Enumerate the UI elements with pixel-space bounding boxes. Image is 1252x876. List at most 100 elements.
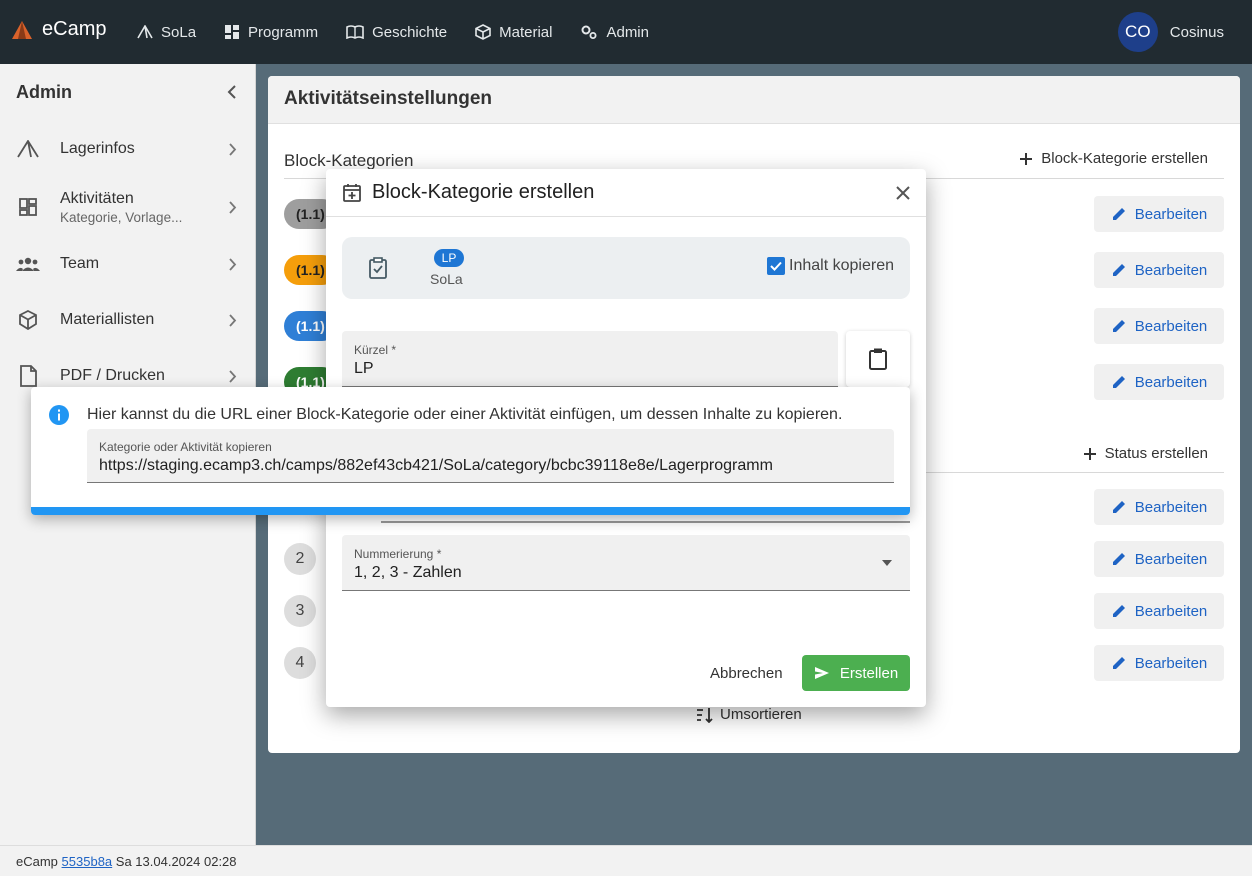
edit-button[interactable]: Bearbeiten xyxy=(1094,593,1224,629)
pencil-icon xyxy=(1111,206,1127,222)
status-number: 2 xyxy=(284,543,316,575)
clipboard-icon xyxy=(868,347,888,371)
create-button[interactable]: Erstellen xyxy=(802,655,910,691)
tent-logo-icon xyxy=(10,19,34,41)
field-value: https://staging.ecamp3.ch/camps/882ef43c… xyxy=(99,457,773,474)
paste-clipboard-button[interactable] xyxy=(846,331,910,387)
edit-button[interactable]: Bearbeiten xyxy=(1094,364,1224,400)
nav-label: SoLa xyxy=(161,23,197,41)
sidebar-item-team[interactable]: Team xyxy=(0,236,255,292)
edit-button[interactable]: Bearbeiten xyxy=(1094,489,1224,525)
calendar-plus-icon xyxy=(342,183,362,203)
footer-app: eCamp xyxy=(16,854,58,869)
pencil-icon xyxy=(1111,318,1127,334)
button-label: Umsortieren xyxy=(720,706,802,723)
chevron-left-icon[interactable] xyxy=(227,85,237,99)
copy-url-input[interactable]: Kategorie oder Aktivität kopieren https:… xyxy=(87,429,894,483)
field-label: Kürzel * xyxy=(354,343,397,357)
pencil-icon xyxy=(1111,262,1127,278)
dialog-header: Block-Kategorie erstellen xyxy=(326,169,926,217)
nav-item-geschichte[interactable]: Geschichte xyxy=(346,0,461,64)
status-number: 4 xyxy=(284,647,316,679)
nav-item-sola[interactable]: SoLa xyxy=(137,0,210,64)
sidebar-header: Admin xyxy=(0,64,255,120)
nav-item-programm[interactable]: Programm xyxy=(224,0,332,64)
footer-date: Sa 13.04.2024 02:28 xyxy=(115,854,237,869)
chevron-right-icon xyxy=(229,369,237,383)
send-icon xyxy=(814,666,830,680)
sidebar-item-label: Aktivitäten xyxy=(60,189,134,207)
button-label: Bearbeiten xyxy=(1134,261,1208,279)
plus-icon xyxy=(1083,447,1097,461)
edit-button[interactable]: Bearbeiten xyxy=(1094,541,1224,577)
nav-item-admin[interactable]: Admin xyxy=(580,0,663,64)
pencil-icon xyxy=(1111,499,1127,515)
progress-bar xyxy=(31,507,910,515)
copy-content-checkbox[interactable]: Inhalt kopieren xyxy=(767,257,894,275)
sidebar-item-label: Team xyxy=(60,255,100,272)
footer: eCamp 5535b8a Sa 13.04.2024 02:28 xyxy=(0,845,1252,876)
copy-url-popup: Hier kannst du die URL einer Block-Kateg… xyxy=(31,387,910,515)
pencil-icon xyxy=(1111,655,1127,671)
tent-outline-icon xyxy=(16,140,40,158)
button-label: Block-Kategorie erstellen xyxy=(1041,150,1208,167)
create-status-button[interactable]: Status erstellen xyxy=(1083,445,1208,462)
pencil-icon xyxy=(1111,374,1127,390)
sidebar-item-label: Lagerinfos xyxy=(60,140,135,157)
page-title: Aktivitätseinstellungen xyxy=(268,76,1240,124)
avatar: CO xyxy=(1117,12,1158,52)
copy-source-camp: SoLa xyxy=(430,271,463,287)
package-icon xyxy=(475,24,491,40)
checkbox-checked-icon xyxy=(767,257,786,275)
block-categories-title: Block-Kategorien xyxy=(284,151,414,170)
user-menu[interactable]: CO Cosinus xyxy=(1117,12,1224,52)
status-number: 3 xyxy=(284,595,316,627)
button-label: Bearbeiten xyxy=(1134,550,1208,568)
nav-item-material[interactable]: Material xyxy=(475,0,566,64)
field-value: LP xyxy=(354,360,374,377)
create-block-category-button[interactable]: Block-Kategorie erstellen xyxy=(1019,150,1208,167)
short-name-field[interactable]: Kürzel * LP xyxy=(342,331,838,387)
dashboard-icon xyxy=(16,197,40,217)
main-nav: SoLa Programm Geschichte Material Admin xyxy=(137,0,677,64)
nav-label: Geschichte xyxy=(372,23,448,41)
sort-icon xyxy=(696,707,714,723)
copy-source-box: LP SoLa Inhalt kopieren xyxy=(342,237,910,299)
user-name: Cosinus xyxy=(1169,23,1224,41)
cogs-icon xyxy=(580,24,598,40)
info-icon xyxy=(49,405,69,425)
version-link[interactable]: 5535b8a xyxy=(62,854,113,869)
brand-logo-link[interactable]: eCamp xyxy=(10,18,106,41)
edit-button[interactable]: Bearbeiten xyxy=(1094,645,1224,681)
sidebar-item-lagerinfos[interactable]: Lagerinfos xyxy=(0,120,255,178)
tent-icon xyxy=(137,25,153,39)
edit-button[interactable]: Bearbeiten xyxy=(1094,196,1224,232)
pencil-icon xyxy=(1111,603,1127,619)
edit-button[interactable]: Bearbeiten xyxy=(1094,252,1224,288)
file-icon xyxy=(16,365,40,387)
nav-label: Admin xyxy=(606,23,649,41)
book-icon xyxy=(346,25,364,39)
chevron-right-icon xyxy=(229,200,237,214)
sidebar-item-materiallisten[interactable]: Materiallisten xyxy=(0,292,255,348)
category-badge: LP xyxy=(434,249,464,267)
field-label: Nummerierung * xyxy=(354,547,442,561)
button-label: Erstellen xyxy=(839,664,899,682)
numbering-select[interactable]: Nummerierung * 1, 2, 3 - Zahlen xyxy=(342,535,910,591)
button-label: Bearbeiten xyxy=(1134,654,1208,672)
button-label: Bearbeiten xyxy=(1134,205,1208,223)
chevron-right-icon xyxy=(229,142,237,156)
info-text: Hier kannst du die URL einer Block-Kateg… xyxy=(87,406,843,423)
button-label: Bearbeiten xyxy=(1134,373,1208,391)
plus-icon xyxy=(1019,152,1033,166)
sidebar-item-label: Materiallisten xyxy=(60,311,155,328)
close-icon[interactable] xyxy=(896,185,910,200)
dashboard-icon xyxy=(224,24,240,40)
sidebar-item-aktivitaeten[interactable]: Aktivitäten Kategorie, Vorlage... xyxy=(0,178,255,236)
resort-button[interactable]: Umsortieren xyxy=(696,706,802,723)
edit-button[interactable]: Bearbeiten xyxy=(1094,308,1224,344)
button-label: Bearbeiten xyxy=(1134,498,1208,516)
cancel-button[interactable]: Abbrechen xyxy=(710,665,783,682)
field-value: 1, 2, 3 - Zahlen xyxy=(354,564,462,581)
button-label: Bearbeiten xyxy=(1134,317,1208,335)
